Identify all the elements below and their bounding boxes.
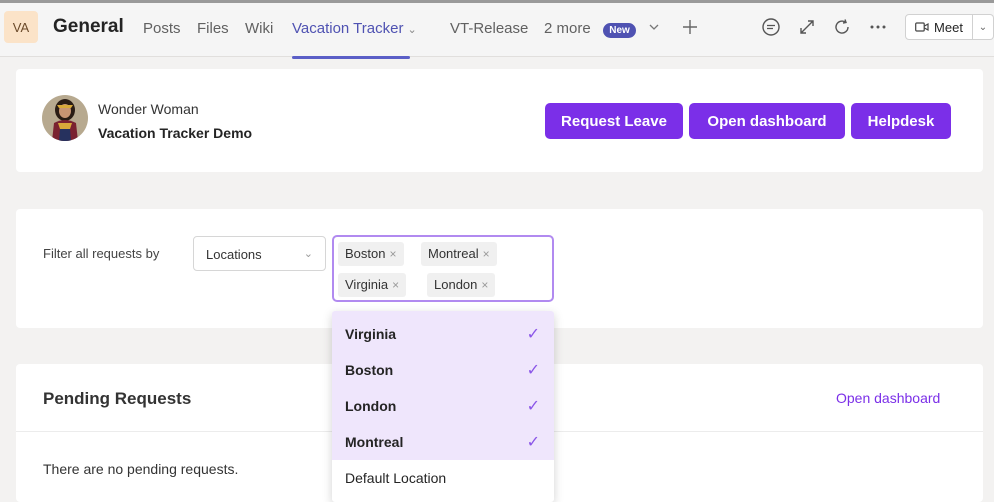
helpdesk-button[interactable]: Helpdesk (851, 103, 951, 139)
chevron-down-icon: ⌄ (303, 248, 313, 260)
filter-type-select[interactable]: Locations ⌄ (193, 236, 326, 271)
new-badge: New (603, 23, 636, 38)
option-virginia[interactable]: Virginia ✓ (332, 316, 554, 352)
tag-london[interactable]: London × (427, 273, 496, 297)
tab-vacation-tracker-label: Vacation Tracker (292, 20, 404, 37)
more-tabs-chevron-icon[interactable] (642, 15, 666, 39)
option-label: Default Location (345, 470, 447, 486)
tab-vacation-tracker[interactable]: Vacation Tracker ⌄ (292, 20, 417, 37)
checkmark-icon: ✓ (526, 434, 540, 451)
checkmark-icon: ✓ (526, 326, 540, 343)
refresh-icon[interactable] (830, 15, 854, 39)
remove-tag-icon[interactable]: × (481, 278, 488, 292)
user-name: Wonder Woman (98, 101, 199, 117)
app-name: Vacation Tracker Demo (98, 125, 253, 141)
pending-requests-title: Pending Requests (43, 389, 192, 408)
request-leave-button[interactable]: Request Leave (545, 103, 683, 139)
team-title: General (53, 16, 124, 37)
more-options-icon[interactable] (866, 15, 890, 39)
option-label: London (345, 398, 397, 414)
tag-boston[interactable]: Boston × (338, 242, 404, 266)
tab-posts[interactable]: Posts (143, 20, 181, 37)
checkmark-icon: ✓ (526, 362, 540, 379)
meet-button[interactable]: Meet (905, 14, 973, 40)
option-label: Virginia (345, 326, 397, 342)
tag-montreal[interactable]: Montreal × (421, 242, 497, 266)
avatar (42, 95, 88, 141)
team-avatar[interactable]: VA (4, 11, 38, 43)
option-label: Boston (345, 362, 394, 378)
tab-vt-release[interactable]: VT-Release (450, 20, 528, 37)
option-london[interactable]: London ✓ (332, 388, 554, 424)
tag-label: London (434, 277, 478, 292)
location-multiselect-input[interactable]: Boston × Montreal × Virginia × London × (332, 235, 554, 302)
tab-wiki[interactable]: Wiki (245, 20, 273, 37)
top-bar: VA General Posts Files Wiki Vacation Tra… (0, 0, 994, 59)
filter-label: Filter all requests by (43, 246, 160, 261)
open-dashboard-button[interactable]: Open dashboard (689, 103, 845, 139)
remove-tag-icon[interactable]: × (483, 247, 490, 261)
active-tab-indicator (292, 56, 410, 59)
option-label: Montreal (345, 434, 404, 450)
filter-type-value: Locations (206, 247, 262, 262)
chevron-down-icon: ⌄ (407, 24, 417, 36)
empty-state-text: There are no pending requests. (43, 461, 239, 477)
meet-label: Meet (934, 19, 963, 35)
remove-tag-icon[interactable]: × (392, 278, 399, 292)
conversation-icon[interactable] (759, 15, 783, 39)
tab-files[interactable]: Files (197, 20, 229, 37)
option-boston[interactable]: Boston ✓ (332, 352, 554, 388)
remove-tag-icon[interactable]: × (389, 247, 396, 261)
option-default-location[interactable]: Default Location (332, 460, 554, 496)
option-montreal[interactable]: Montreal ✓ (332, 424, 554, 460)
tab-more[interactable]: 2 more (544, 20, 591, 37)
tag-label: Boston (345, 246, 386, 261)
location-dropdown-menu: Virginia ✓ Boston ✓ London ✓ Montreal ✓ Defa… (332, 311, 554, 502)
meet-options-chevron-icon[interactable]: ⌄ (973, 14, 994, 40)
expand-icon[interactable] (795, 15, 819, 39)
add-tab-icon[interactable] (678, 15, 702, 39)
tag-virginia[interactable]: Virginia × (338, 273, 407, 297)
video-camera-icon (915, 22, 929, 32)
checkmark-icon: ✓ (526, 398, 540, 415)
open-dashboard-link[interactable]: Open dashboard (836, 390, 940, 406)
tag-label: Montreal (428, 246, 479, 261)
tag-label: Virginia (345, 277, 389, 292)
